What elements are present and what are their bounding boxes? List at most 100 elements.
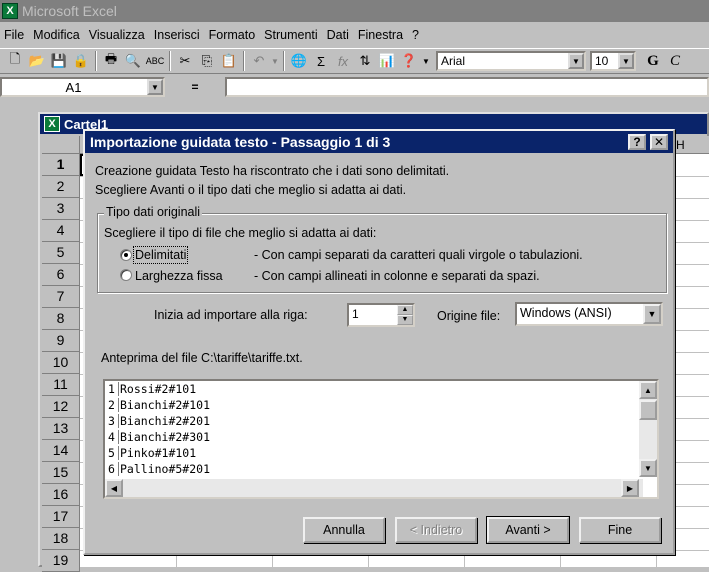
row-header[interactable]: 17: [42, 506, 80, 528]
row-header[interactable]: 2: [42, 176, 80, 198]
save-icon[interactable]: 💾: [48, 50, 70, 72]
name-box[interactable]: A1 ▼: [0, 77, 165, 97]
row-header[interactable]: 3: [42, 198, 80, 220]
finish-button[interactable]: Fine: [579, 517, 661, 543]
function-icon[interactable]: fx: [332, 50, 354, 72]
row-header[interactable]: 5: [42, 242, 80, 264]
preview-vertical-scrollbar[interactable]: ▲ ▼: [639, 381, 657, 477]
chevron-down-icon[interactable]: ▼: [147, 79, 163, 95]
toolbar-separator: [243, 51, 245, 71]
row-header[interactable]: 18: [42, 528, 80, 550]
radio-fixed-width[interactable]: [120, 269, 132, 281]
row-header[interactable]: 12: [42, 396, 80, 418]
start-row-spinner[interactable]: 1 ▲ ▼: [347, 303, 415, 327]
italic-button[interactable]: C: [664, 50, 686, 72]
origin-label: Origine file:: [437, 309, 501, 323]
formula-equals: =: [191, 80, 199, 94]
cut-icon[interactable]: ✂: [174, 50, 196, 72]
radio-delimited[interactable]: [120, 249, 132, 261]
row-header[interactable]: 8: [42, 308, 80, 330]
menu-modifica[interactable]: Modifica: [33, 28, 80, 42]
menu-finestra[interactable]: Finestra: [358, 28, 403, 42]
toolbar-more-icon[interactable]: ▼: [420, 50, 432, 72]
row-header[interactable]: 7: [42, 286, 80, 308]
preview-row-number: 6: [105, 462, 119, 476]
menu-help[interactable]: ?: [412, 28, 419, 42]
intro-line-1: Creazione guidata Testo ha riscontrato c…: [95, 164, 450, 178]
scroll-right-icon[interactable]: ▶: [621, 479, 639, 497]
spin-down-icon[interactable]: ▼: [397, 315, 413, 325]
row-header[interactable]: 13: [42, 418, 80, 440]
print-icon[interactable]: 🖶: [100, 50, 122, 72]
row-header[interactable]: 15: [42, 462, 80, 484]
preview-horizontal-scrollbar[interactable]: ◀ ▶: [105, 479, 643, 497]
font-size-select[interactable]: 10 ▼: [590, 51, 636, 71]
sort-icon[interactable]: ⇅: [354, 50, 376, 72]
label-delimited[interactable]: Delimitati: [132, 246, 189, 264]
paste-icon[interactable]: 📋: [218, 50, 240, 72]
label-fixed-width[interactable]: Larghezza fissa: [135, 269, 223, 283]
start-row-value: 1: [352, 307, 359, 321]
dialog-titlebar: Importazione guidata testo - Passaggio 1…: [85, 131, 673, 153]
autosum-icon[interactable]: Σ: [310, 50, 332, 72]
row-header[interactable]: 4: [42, 220, 80, 242]
scroll-up-icon[interactable]: ▲: [639, 381, 657, 399]
preview-row-number: 5: [105, 446, 119, 460]
preview-row: 4 Bianchi#2#301: [105, 429, 657, 445]
chevron-down-icon[interactable]: ▼: [618, 53, 634, 69]
spinner-buttons: ▲ ▼: [397, 305, 413, 325]
row-header[interactable]: 10: [42, 352, 80, 374]
scroll-down-icon[interactable]: ▼: [639, 459, 657, 477]
permission-icon[interactable]: 🔒: [70, 50, 92, 72]
select-all-corner[interactable]: [42, 136, 80, 154]
menu-inserisci[interactable]: Inserisci: [154, 28, 200, 42]
next-button[interactable]: Avanti >: [486, 516, 570, 544]
dialog-close-button[interactable]: ✕: [650, 134, 668, 150]
chevron-down-icon[interactable]: ▼: [568, 53, 584, 69]
row-header[interactable]: 6: [42, 264, 80, 286]
chevron-down-icon[interactable]: ▼: [643, 304, 661, 324]
preview-row-text: Pallino#5#201: [120, 462, 211, 476]
row-header[interactable]: 9: [42, 330, 80, 352]
spelling-icon[interactable]: ABC: [144, 50, 166, 72]
menu-dati[interactable]: Dati: [327, 28, 349, 42]
row-header[interactable]: 19: [42, 550, 80, 572]
start-row-label: Inizia ad importare alla riga:: [154, 308, 308, 322]
dialog-help-button[interactable]: ?: [628, 134, 646, 150]
app-titlebar: X Microsoft Excel: [0, 0, 709, 22]
back-button[interactable]: < Indietro: [395, 517, 477, 543]
scroll-thumb[interactable]: [639, 400, 657, 420]
menu-formato[interactable]: Formato: [209, 28, 256, 42]
font-name-select[interactable]: Arial ▼: [436, 51, 586, 71]
menu-file[interactable]: File: [4, 28, 24, 42]
preview-row-number: 2: [105, 398, 119, 412]
menu-strumenti[interactable]: Strumenti: [264, 28, 318, 42]
preview-row-number: 3: [105, 414, 119, 428]
row-header[interactable]: 14: [42, 440, 80, 462]
row-header[interactable]: 16: [42, 484, 80, 506]
undo-icon[interactable]: ↶: [248, 50, 270, 72]
print-preview-icon[interactable]: 🔍: [122, 50, 144, 72]
copy-icon[interactable]: ⎘: [196, 50, 218, 72]
origin-select[interactable]: Windows (ANSI) ▼: [515, 302, 663, 326]
open-folder-icon[interactable]: 📂: [26, 50, 48, 72]
row-header[interactable]: 11: [42, 374, 80, 396]
preview-row: 5 Pinko#1#101: [105, 445, 657, 461]
hyperlink-icon[interactable]: 🌐: [288, 50, 310, 72]
new-file-icon[interactable]: 🗋: [4, 50, 26, 72]
excel-app-icon: X: [2, 3, 18, 19]
bold-button[interactable]: G: [642, 50, 664, 72]
description-delimited: - Con campi separati da caratteri quali …: [254, 248, 583, 262]
undo-dropdown-icon[interactable]: ▼: [270, 50, 280, 72]
help-icon[interactable]: ❓: [398, 50, 420, 72]
preview-row-number: 1: [105, 382, 119, 396]
menu-visualizza[interactable]: Visualizza: [89, 28, 145, 42]
chart-wizard-icon[interactable]: 📊: [376, 50, 398, 72]
preview-row: 3 Bianchi#2#201: [105, 413, 657, 429]
cancel-button[interactable]: Annulla: [303, 517, 385, 543]
row-header[interactable]: 1: [42, 154, 80, 176]
file-preview[interactable]: 1 Rossi#2#101 2 Bianchi#2#101 3 Bianchi#…: [103, 379, 659, 499]
formula-input[interactable]: [225, 77, 709, 97]
row-header-bar: 1 2 3 4 5 6 7 8 9 10 11 12 13 14 15 16 1…: [42, 154, 80, 572]
scroll-left-icon[interactable]: ◀: [105, 479, 123, 497]
